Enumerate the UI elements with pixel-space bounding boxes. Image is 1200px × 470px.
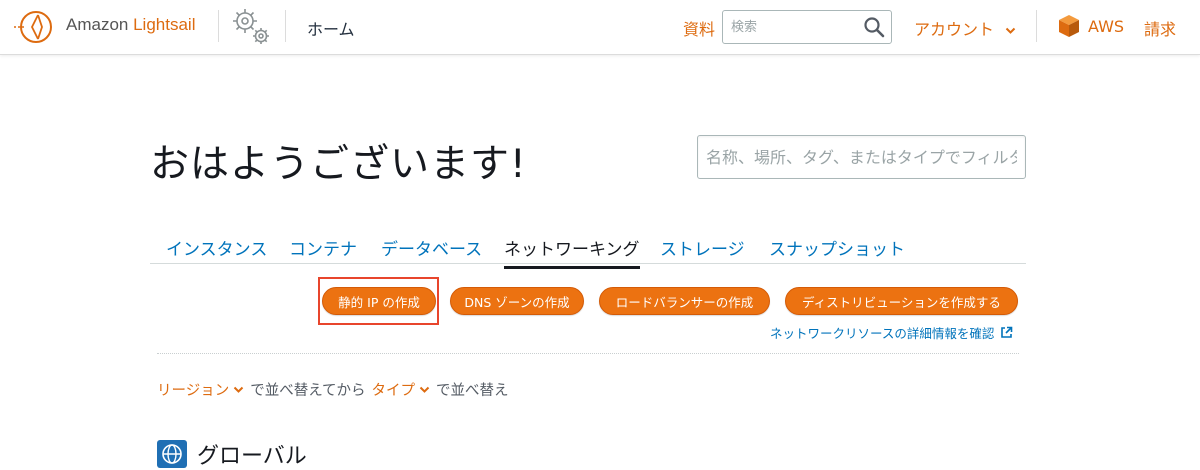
chevron-down-icon bbox=[234, 386, 244, 393]
tab-containers[interactable]: コンテナ bbox=[289, 235, 357, 266]
lightsail-logo-icon bbox=[14, 11, 52, 43]
global-section-header: グローバル bbox=[157, 438, 307, 470]
sort-type-label: タイプ bbox=[371, 383, 416, 399]
networking-info-label: ネットワークリソースの詳細情報を確認 bbox=[770, 326, 995, 341]
section-title: グローバル bbox=[197, 444, 307, 469]
aws-label: AWS bbox=[1088, 16, 1125, 36]
page-title: おはようございます! bbox=[150, 142, 527, 187]
chevron-down-icon bbox=[1005, 27, 1016, 34]
section-divider bbox=[157, 353, 1019, 354]
sort-region-label: リージョン bbox=[157, 383, 230, 399]
sort-by-region-dropdown[interactable]: リージョン bbox=[157, 379, 250, 400]
settings-gears-icon[interactable] bbox=[228, 5, 274, 47]
divider bbox=[285, 10, 286, 42]
top-navigation-bar: Amazon Lightsail ホーム 資料 アカウント bbox=[0, 0, 1200, 55]
logo-prefix: Amazon bbox=[66, 15, 134, 34]
search-icon[interactable] bbox=[863, 16, 885, 38]
tab-databases[interactable]: データベース bbox=[381, 235, 482, 266]
top-search-box bbox=[722, 10, 892, 44]
sort-separator-text: で並べ替えてから bbox=[250, 383, 366, 399]
account-menu[interactable]: アカウント bbox=[914, 16, 1016, 40]
networking-info-link[interactable]: ネットワークリソースの詳細情報を確認 bbox=[770, 323, 1013, 342]
logo-brand: Lightsail bbox=[133, 15, 196, 34]
divider bbox=[1036, 10, 1037, 42]
home-link[interactable]: ホーム bbox=[307, 16, 355, 40]
globe-icon bbox=[157, 440, 187, 468]
tab-storage[interactable]: ストレージ bbox=[660, 235, 745, 266]
create-load-balancer-button[interactable]: ロードバランサーの作成 bbox=[599, 287, 770, 315]
tab-networking[interactable]: ネットワーキング bbox=[504, 235, 640, 269]
divider bbox=[218, 10, 219, 42]
sort-bar: リージョン で並べ替えてから タイプ で並べ替え bbox=[157, 379, 509, 400]
create-distribution-button[interactable]: ディストリビューションを作成する bbox=[785, 287, 1018, 315]
sort-suffix-text: で並べ替え bbox=[436, 383, 509, 399]
billing-link[interactable]: 請求 bbox=[1144, 16, 1176, 40]
sort-by-type-dropdown[interactable]: タイプ bbox=[372, 379, 437, 400]
external-link-icon bbox=[1001, 326, 1013, 338]
resource-filter-box bbox=[697, 135, 1026, 179]
tab-instances[interactable]: インスタンス bbox=[166, 235, 267, 266]
aws-console-link[interactable]: AWS bbox=[1058, 14, 1124, 38]
account-label: アカウント bbox=[914, 20, 995, 39]
aws-cube-icon bbox=[1059, 15, 1079, 37]
resource-filter-input[interactable] bbox=[698, 136, 1025, 178]
top-search-input[interactable] bbox=[723, 11, 857, 43]
logo-text[interactable]: Amazon Lightsail bbox=[66, 15, 195, 35]
chevron-down-icon bbox=[419, 386, 430, 393]
create-static-ip-button[interactable]: 静的 IP の作成 bbox=[322, 287, 436, 315]
create-dns-zone-button[interactable]: DNS ゾーンの作成 bbox=[450, 287, 584, 315]
docs-link[interactable]: 資料 bbox=[683, 16, 715, 40]
tab-snapshots[interactable]: スナップショット bbox=[769, 235, 905, 266]
resource-tabs: インスタンス コンテナ データベース ネットワーキング ストレージ スナップショ… bbox=[150, 232, 1026, 269]
